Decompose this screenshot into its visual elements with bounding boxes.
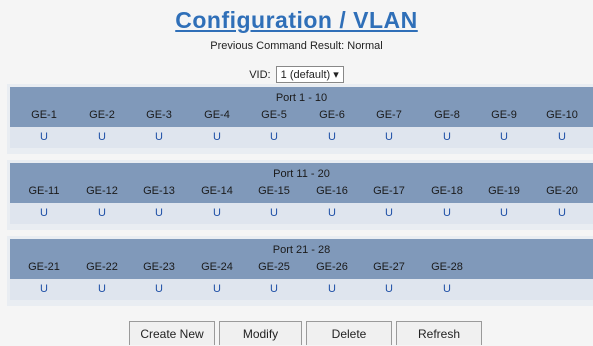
port-block-values: U U U U U U U U U U [10, 127, 593, 148]
port-membership-value[interactable]: U [135, 131, 183, 143]
port-label: GE-3 [146, 109, 172, 121]
port-label: GE-24 [201, 261, 233, 273]
port-membership-value[interactable]: U [308, 131, 356, 143]
port-membership-value[interactable]: U [538, 207, 586, 219]
port-label: GE-5 [261, 109, 287, 121]
port-label: GE-18 [431, 185, 463, 197]
port-membership-value[interactable]: U [480, 207, 528, 219]
port-block-title: Port 11 - 20 [273, 168, 330, 180]
port-block-3: Port 21 - 28 GE-21 GE-22 GE-23 GE-24 GE-… [7, 236, 593, 306]
vid-select[interactable]: 1 (default) ▾ [275, 66, 344, 83]
modify-button[interactable]: Modify [219, 321, 302, 345]
port-membership-value[interactable]: U [20, 283, 68, 295]
port-membership-value[interactable]: U [135, 283, 183, 295]
port-membership-value[interactable]: U [365, 131, 413, 143]
port-label: GE-11 [28, 185, 60, 197]
port-block-header: Port 21 - 28 GE-21 GE-22 GE-23 GE-24 GE-… [10, 239, 593, 279]
port-label: GE-14 [201, 185, 233, 197]
port-label: GE-12 [86, 185, 118, 197]
port-label: GE-2 [89, 109, 115, 121]
port-label: GE-8 [434, 109, 460, 121]
port-label: GE-16 [316, 185, 348, 197]
port-label: GE-27 [373, 261, 405, 273]
port-block-header: Port 11 - 20 GE-11 GE-12 GE-13 GE-14 GE-… [10, 163, 593, 203]
port-block-title: Port 21 - 28 [272, 244, 331, 256]
vid-row: VID: 1 (default) ▾ [0, 66, 593, 83]
port-label: GE-23 [143, 261, 175, 273]
port-label: GE-4 [204, 109, 230, 121]
port-label: GE-17 [373, 185, 405, 197]
port-membership-value[interactable]: U [135, 207, 183, 219]
refresh-button[interactable]: Refresh [396, 321, 482, 345]
port-block-title: Port 1 - 10 [275, 92, 328, 104]
port-membership-value[interactable]: U [423, 131, 471, 143]
port-membership-value[interactable]: U [193, 131, 241, 143]
port-label: GE-10 [546, 109, 578, 121]
port-block-values: U U U U U U U U U U [10, 203, 593, 224]
port-block-2: Port 11 - 20 GE-11 GE-12 GE-13 GE-14 GE-… [7, 160, 593, 230]
port-membership-value[interactable]: U [538, 131, 586, 143]
port-membership-value[interactable]: U [20, 207, 68, 219]
port-membership-value[interactable]: U [423, 283, 471, 295]
port-label: GE-7 [376, 109, 402, 121]
port-label: GE-26 [316, 261, 348, 273]
vid-label: VID: [249, 69, 271, 81]
port-membership-value[interactable]: U [250, 207, 298, 219]
page-title: Configuration / VLAN [175, 7, 418, 33]
port-label: GE-21 [28, 261, 60, 273]
port-membership-value[interactable]: U [78, 207, 126, 219]
port-label: GE-28 [431, 261, 463, 273]
port-membership-value[interactable]: U [78, 283, 126, 295]
port-label: GE-20 [546, 185, 578, 197]
port-membership-value[interactable]: U [193, 283, 241, 295]
port-label: GE-19 [488, 185, 520, 197]
port-membership-value[interactable]: U [365, 283, 413, 295]
command-result-label: Previous Command Result: [210, 40, 345, 52]
port-label: GE-9 [491, 109, 517, 121]
port-label: GE-22 [86, 261, 118, 273]
port-label: GE-6 [319, 109, 345, 121]
port-membership-value[interactable]: U [250, 131, 298, 143]
port-membership-value[interactable]: U [365, 207, 413, 219]
port-membership-value[interactable]: U [423, 207, 471, 219]
port-membership-value[interactable]: U [78, 131, 126, 143]
port-block-1: Port 1 - 10 GE-1 GE-2 GE-3 GE-4 GE-5 GE-… [7, 84, 593, 154]
port-membership-value[interactable]: U [193, 207, 241, 219]
port-label: GE-15 [258, 185, 290, 197]
port-membership-value[interactable]: U [308, 207, 356, 219]
create-new-button[interactable]: Create New [129, 321, 215, 345]
port-membership-value[interactable]: U [480, 131, 528, 143]
port-block-values: U U U U U U U U [10, 279, 593, 300]
port-label: GE-1 [31, 109, 57, 121]
port-membership-value[interactable]: U [308, 283, 356, 295]
port-label: GE-13 [143, 185, 175, 197]
port-block-header: Port 1 - 10 GE-1 GE-2 GE-3 GE-4 GE-5 GE-… [10, 87, 593, 127]
port-label: GE-25 [258, 261, 290, 273]
port-membership-value[interactable]: U [250, 283, 298, 295]
command-result: Previous Command Result: Normal [0, 40, 593, 52]
command-result-value: Normal [347, 40, 383, 52]
delete-button[interactable]: Delete [306, 321, 392, 345]
port-membership-value[interactable]: U [20, 131, 68, 143]
